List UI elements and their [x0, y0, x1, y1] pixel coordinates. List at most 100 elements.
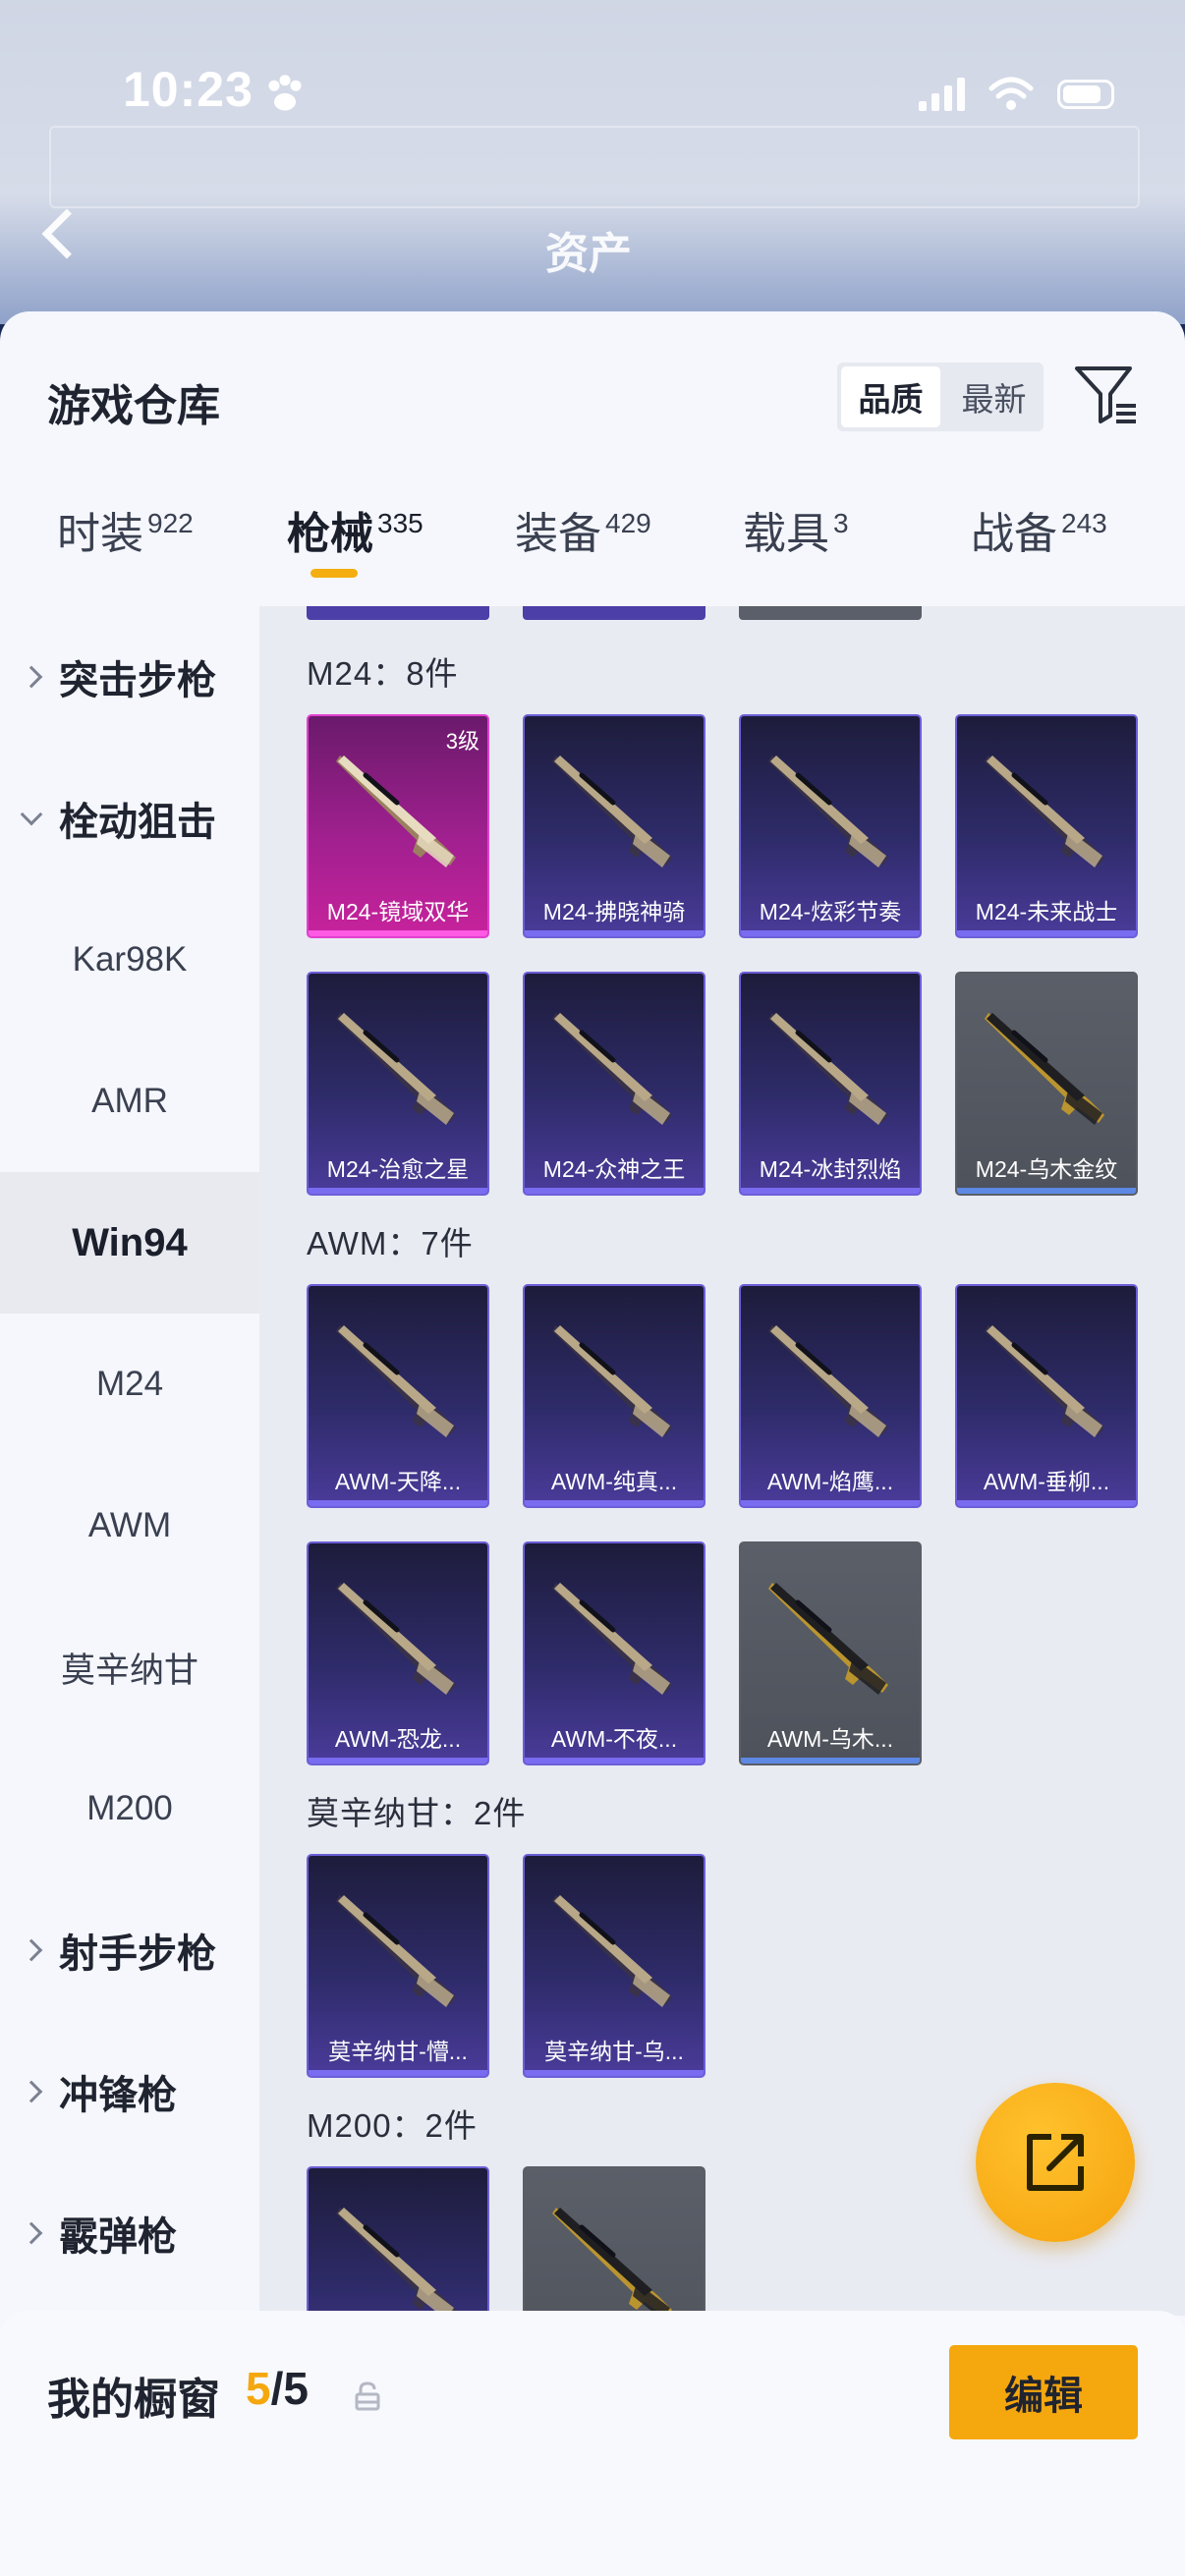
rifle-icon	[336, 1895, 456, 2007]
weapon-card[interactable]: M24-未来战士	[955, 714, 1138, 938]
weapon-card[interactable]: AWM-垂柳...	[955, 1284, 1138, 1508]
chevron-right-icon	[20, 2080, 43, 2103]
weapon-card[interactable]: 3级 M24-镜域双华	[307, 714, 489, 938]
weapon-card[interactable]: 莫辛纳甘-乌...	[523, 1854, 705, 2078]
weapon-card-label: M24-未来战士	[975, 899, 1118, 924]
sidebar-item-amr[interactable]: AMR	[0, 1031, 259, 1172]
background-stats-row	[49, 126, 1140, 208]
paw-icon	[268, 75, 302, 111]
weapon-card[interactable]: M24-治愈之星	[307, 972, 489, 1196]
rarity-bar	[741, 1500, 920, 1506]
sort-quality-button[interactable]: 品质	[841, 366, 940, 427]
rarity-bar	[741, 930, 920, 936]
weapon-card[interactable]: M24-冰封烈焰	[739, 972, 922, 1196]
rarity-bar	[309, 1188, 487, 1194]
tab-equipment[interactable]: 装备 429	[515, 498, 651, 561]
sidebar-item-m24[interactable]: M24	[0, 1314, 259, 1455]
sidebar-item-assault-rifle[interactable]: 突击步枪	[0, 606, 259, 748]
weapon-grid: M24：8件 AWM：7件 莫辛纳甘：2件 M200：2件 3级 M24-镜域双华…	[259, 606, 1185, 2316]
rifle-icon	[336, 1013, 456, 1125]
rifle-icon	[768, 756, 888, 868]
weapon-card-label: M24-冰封烈焰	[759, 1156, 902, 1182]
weapon-card[interactable]: M24-众神之王	[523, 972, 705, 1196]
showcase-count: 5/5	[246, 2363, 309, 2414]
lock-icon	[355, 2381, 380, 2411]
rifle-icon	[336, 1583, 456, 1695]
rifle-icon	[768, 1583, 888, 1695]
share-button[interactable]	[976, 2083, 1135, 2242]
sidebar-item-smg[interactable]: 冲锋枪	[0, 2021, 259, 2162]
rarity-bar	[525, 930, 704, 936]
weapon-card-label: AWM-不夜...	[550, 1726, 678, 1752]
edit-button[interactable]: 编辑	[949, 2345, 1138, 2439]
rarity-bar	[957, 930, 1136, 936]
sidebar-item-bolt-sniper[interactable]: 栓动狙击	[0, 748, 259, 889]
sidebar-item-mosin[interactable]: 莫辛纳甘	[0, 1596, 259, 1738]
clipped-card	[739, 606, 922, 620]
weapon-card[interactable]: AWM-不夜...	[523, 1541, 705, 1765]
status-time: 10:23	[123, 62, 254, 117]
weapon-card-label: M24-乌木金纹	[975, 1156, 1118, 1182]
background-header: 10:23 资产	[0, 0, 1185, 324]
weapon-card-label: M24-炫彩节奏	[759, 899, 902, 924]
rarity-bar	[309, 930, 487, 936]
weapon-card[interactable]	[307, 2166, 489, 2316]
status-indicators	[919, 77, 1114, 112]
rarity-bar	[309, 1500, 487, 1506]
sidebar-item-awm[interactable]: AWM	[0, 1455, 259, 1596]
weapon-card[interactable]: M24-炫彩节奏	[739, 714, 922, 938]
rarity-bar	[309, 2070, 487, 2076]
weapon-card-label: M24-拂晓神骑	[542, 899, 686, 924]
tab-firearms[interactable]: 枪械 335	[287, 498, 423, 561]
tab-fashion[interactable]: 时装 922	[57, 498, 194, 561]
sidebar-item-m200[interactable]: M200	[0, 1738, 259, 1879]
weapon-card[interactable]: M24-乌木金纹	[955, 972, 1138, 1196]
wifi-icon	[988, 77, 1034, 110]
weapon-card[interactable]: AWM-乌木...	[739, 1541, 922, 1765]
nav-title: 资产	[545, 230, 632, 278]
weapon-card[interactable]: M24-拂晓神骑	[523, 714, 705, 938]
rifle-icon	[336, 2208, 456, 2316]
rifle-icon	[552, 1013, 672, 1125]
weapon-card-label: 莫辛纳甘-乌...	[544, 2039, 684, 2064]
tab-battle-gear[interactable]: 战备 243	[971, 498, 1107, 561]
sidebar-item-win94[interactable]: Win94	[0, 1172, 259, 1314]
filter-icon[interactable]	[1073, 363, 1138, 427]
rarity-bar	[309, 1758, 487, 1764]
weapon-card[interactable]: AWM-纯真...	[523, 1284, 705, 1508]
sidebar-item-marksman-rifle[interactable]: 射手步枪	[0, 1879, 259, 2021]
sidebar-item-kar98k[interactable]: Kar98K	[0, 889, 259, 1031]
weapon-card-label: 莫辛纳甘-懵...	[328, 2039, 468, 2064]
weapon-card[interactable]: 莫辛纳甘-懵...	[307, 1854, 489, 2078]
rifle-icon	[552, 756, 672, 868]
chevron-right-icon	[20, 1938, 43, 1962]
weapon-card[interactable]: AWM-天降...	[307, 1284, 489, 1508]
weapon-card-label: AWM-焰鹰...	[766, 1469, 894, 1494]
rarity-bar	[957, 1500, 1136, 1506]
section-title-m24: M24：8件	[307, 655, 459, 692]
rarity-bar	[957, 1188, 1136, 1194]
sidebar-item-shotgun[interactable]: 霰弹枪	[0, 2162, 259, 2304]
rifle-icon	[985, 1013, 1104, 1125]
weapon-card[interactable]: AWM-恐龙...	[307, 1541, 489, 1765]
category-tabs: 时装 922 枪械 335 装备 429 载具 3 战备 243	[0, 498, 1185, 606]
weapon-card[interactable]: AWM-焰鹰...	[739, 1284, 922, 1508]
weapon-card-label: M24-镜域双华	[326, 899, 470, 924]
weapon-card-label: AWM-乌木...	[766, 1726, 894, 1752]
weapon-card[interactable]	[523, 2166, 705, 2316]
rarity-bar	[741, 1758, 920, 1764]
weapon-card-label: AWM-恐龙...	[334, 1726, 462, 1752]
rifle-icon	[552, 1583, 672, 1695]
section-title-mosin: 莫辛纳甘：2件	[307, 1795, 527, 1831]
clipped-card	[307, 606, 489, 620]
sheet-title: 游戏仓库	[47, 382, 220, 430]
sort-newest-button[interactable]: 最新	[944, 363, 1044, 431]
external-link-icon	[1027, 2134, 1084, 2191]
weapon-card-label: AWM-垂柳...	[983, 1469, 1110, 1494]
tab-vehicles[interactable]: 载具 3	[743, 498, 849, 561]
weapon-card-label: AWM-纯真...	[550, 1469, 678, 1494]
rifle-icon	[985, 756, 1104, 868]
rifle-icon	[985, 1325, 1104, 1437]
active-tab-indicator	[310, 569, 358, 578]
level-badge: 3级	[445, 729, 480, 754]
